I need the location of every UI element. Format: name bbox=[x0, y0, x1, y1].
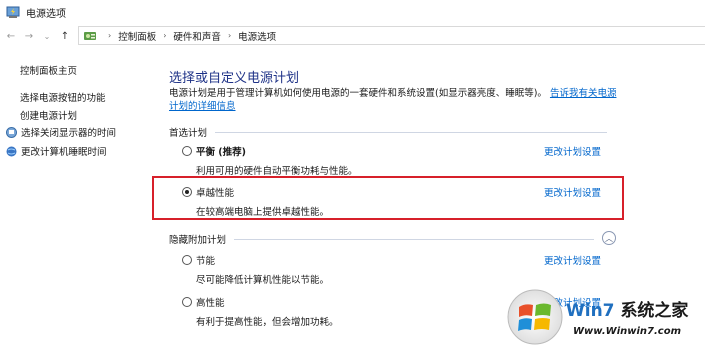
sidebar-item-sleep-time[interactable]: 更改计算机睡眠时间 bbox=[6, 144, 107, 158]
control-panel-icon bbox=[84, 31, 96, 40]
back-arrow-icon[interactable]: ← bbox=[4, 29, 18, 43]
plan-description: 有利于提高性能，但会增加功耗。 bbox=[196, 317, 339, 328]
highlight-box bbox=[152, 176, 624, 220]
monitor-icon bbox=[6, 126, 17, 138]
recent-locations-chevron-icon[interactable]: ⌄ bbox=[40, 29, 54, 43]
watermark-brand: Win7 系统之家 bbox=[566, 301, 689, 321]
plan-radio[interactable] bbox=[182, 297, 192, 307]
description-text: 电源计划是用于管理计算机如何使用电源的一套硬件和系统设置(如显示器亮度、睡眠等)… bbox=[169, 88, 547, 99]
power-options-icon bbox=[6, 6, 20, 18]
divider bbox=[234, 238, 595, 240]
preferred-plans-header: 首选计划 bbox=[169, 125, 608, 139]
change-plan-settings-link[interactable]: 更改计划设置 bbox=[544, 144, 601, 158]
plan-high-performance: 高性能 有利于提高性能，但会增加功耗。 bbox=[182, 295, 339, 328]
change-plan-settings-link[interactable]: 更改计划设置 bbox=[544, 253, 601, 267]
title-bar: 电源选项 bbox=[0, 0, 705, 24]
sidebar-item-power-button[interactable]: 选择电源按钮的功能 bbox=[20, 90, 106, 104]
collapse-chevron-icon[interactable]: ︿ bbox=[602, 231, 616, 245]
section-label: 首选计划 bbox=[169, 128, 208, 139]
breadcrumb-separator: › bbox=[108, 31, 112, 40]
breadcrumb-power-options[interactable]: 电源选项 bbox=[238, 29, 276, 43]
plan-name[interactable]: 节能 bbox=[196, 253, 215, 267]
breadcrumb-hardware-sound[interactable]: 硬件和声音 bbox=[173, 29, 221, 43]
plan-description: 尽可能降低计算机性能以节能。 bbox=[196, 275, 330, 286]
navigation-bar: ← → ⌄ ↑ › 控制面板 › 硬件和声音 › 电源选项 bbox=[0, 26, 705, 46]
sidebar-item-display-off[interactable]: 选择关闭显示器的时间 bbox=[6, 125, 116, 139]
breadcrumb-separator: › bbox=[227, 31, 232, 40]
forward-arrow-icon[interactable]: → bbox=[22, 29, 36, 43]
plan-radio[interactable] bbox=[182, 255, 192, 265]
plan-balanced: 平衡 (推荐) 利用可用的硬件自动平衡功耗与性能。 bbox=[182, 144, 358, 177]
plan-description: 利用可用的硬件自动平衡功耗与性能。 bbox=[196, 166, 358, 177]
sidebar-item-create-plan[interactable]: 创建电源计划 bbox=[20, 108, 77, 122]
breadcrumb-separator: › bbox=[163, 31, 167, 40]
window-title: 电源选项 bbox=[26, 8, 66, 20]
plan-name[interactable]: 平衡 (推荐) bbox=[196, 144, 246, 158]
plan-radio[interactable] bbox=[182, 146, 192, 156]
section-label: 隐藏附加计划 bbox=[169, 235, 227, 246]
divider bbox=[215, 131, 608, 133]
globe-icon bbox=[6, 146, 17, 156]
up-arrow-icon[interactable]: ↑ bbox=[58, 29, 72, 43]
address-bar[interactable]: › 控制面板 › 硬件和声音 › 电源选项 bbox=[78, 26, 705, 45]
sidebar-item-control-panel-home[interactable]: 控制面板主页 bbox=[20, 63, 77, 77]
breadcrumb-control-panel[interactable]: 控制面板 bbox=[118, 29, 156, 43]
page-description: 电源计划是用于管理计算机如何使用电源的一套硬件和系统设置(如显示器亮度、睡眠等)… bbox=[169, 87, 619, 113]
watermark-url: Www.Winwin7.com bbox=[573, 326, 682, 337]
page-title: 选择或自定义电源计划 bbox=[169, 71, 300, 86]
sidebar-item-label: 选择关闭显示器的时间 bbox=[21, 128, 117, 139]
hidden-plans-header[interactable]: 隐藏附加计划 bbox=[169, 232, 595, 246]
plan-power-saver: 节能 尽可能降低计算机性能以节能。 bbox=[182, 253, 329, 286]
plan-name[interactable]: 高性能 bbox=[196, 295, 225, 309]
sidebar-item-label: 更改计算机睡眠时间 bbox=[21, 147, 107, 158]
